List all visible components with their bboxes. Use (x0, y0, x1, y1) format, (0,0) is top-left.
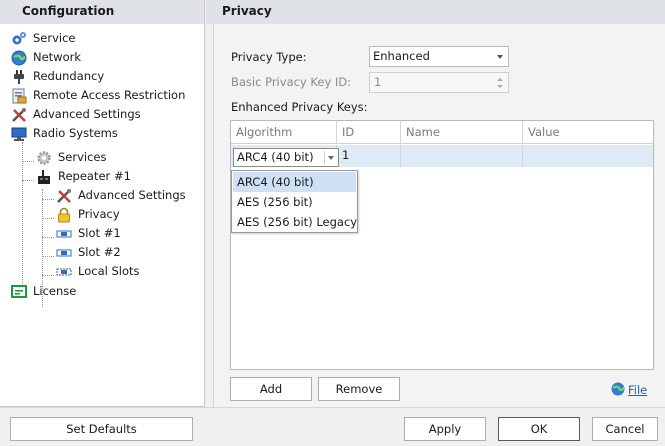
tree-item-repeater-advanced-settings[interactable]: Advanced Settings (56, 186, 188, 205)
chevron-down-icon[interactable] (328, 156, 334, 160)
repeater-icon (36, 169, 52, 185)
tree-item-remote-access-restriction[interactable]: Remote Access Restriction (11, 86, 187, 105)
tree-guide (42, 275, 54, 276)
tree-guide (22, 142, 23, 296)
radio-systems-monitor-icon (11, 126, 27, 142)
tree-item-label: Network (33, 50, 82, 64)
column-header-value[interactable]: Value (523, 121, 653, 144)
configuration-header: Configuration (0, 0, 205, 24)
algorithm-dropdown-list[interactable]: ARC4 (40 bit) AES (256 bit) AES (256 bit… (231, 170, 358, 233)
column-header-id[interactable]: ID (337, 121, 401, 144)
add-button[interactable]: Add (230, 377, 312, 401)
tree-item-slot-1[interactable]: Slot #1 (56, 224, 123, 243)
divider (324, 151, 325, 164)
tree-item-local-slots[interactable]: Local Slots (56, 262, 142, 281)
name-cell[interactable] (401, 145, 523, 167)
ok-button[interactable]: OK (498, 417, 580, 441)
tree-item-label: Slot #1 (78, 226, 121, 240)
privacy-type-select[interactable]: Enhanced (369, 46, 509, 67)
privacy-type-value: Enhanced (373, 49, 430, 63)
tree-guide (42, 199, 54, 200)
enhanced-privacy-keys-label: Enhanced Privacy Keys: (231, 100, 368, 114)
tree-guide (42, 256, 54, 257)
column-header-algorithm[interactable]: Algorithm (231, 121, 337, 144)
value-cell[interactable] (523, 145, 653, 167)
license-icon (11, 284, 27, 300)
tree-guide (42, 218, 54, 219)
slot-icon (56, 245, 72, 261)
dropdown-option-aes-256[interactable]: AES (256 bit) (233, 192, 356, 212)
tree-item-privacy[interactable]: Privacy (56, 205, 122, 224)
lock-icon (56, 207, 72, 223)
tree-item-label: Service (33, 31, 76, 45)
spin-up-icon[interactable] (497, 78, 503, 81)
redundancy-plug-icon (11, 69, 27, 85)
footer-divider (0, 407, 665, 408)
tree-guide (42, 237, 54, 238)
tree-item-label: Redundancy (33, 69, 105, 83)
chevron-down-icon (497, 55, 503, 59)
set-defaults-button[interactable]: Set Defaults (10, 417, 193, 441)
tree-item-label: Repeater #1 (58, 169, 131, 183)
slot-icon (56, 226, 72, 242)
configuration-tree[interactable]: Service Network Redundancy Remote Access… (0, 24, 205, 407)
tree-guide (22, 180, 34, 181)
configuration-title: Configuration (22, 4, 115, 18)
id-cell[interactable]: 1 (337, 145, 401, 167)
dropdown-option-aes-256-legacy[interactable]: AES (256 bit) Legacy (233, 212, 357, 232)
dropdown-option-arc4[interactable]: ARC4 (40 bit) (233, 172, 356, 192)
tree-item-license[interactable]: License (11, 282, 78, 301)
tree-item-label: Slot #2 (78, 245, 121, 259)
algorithm-cell-editor[interactable]: ARC4 (40 bit) (233, 148, 339, 167)
spin-down-icon[interactable] (497, 85, 503, 88)
tree-guide (22, 161, 34, 162)
file-globe-icon[interactable] (610, 381, 626, 397)
tree-item-label: Advanced Settings (78, 188, 186, 202)
column-header-name[interactable]: Name (401, 121, 523, 144)
tree-item-label: Radio Systems (33, 126, 118, 140)
tree-item-radio-systems[interactable]: Radio Systems (11, 124, 120, 143)
basic-privacy-key-value: 1 (374, 75, 382, 89)
tree-item-label: Services (58, 150, 107, 164)
tree-item-slot-2[interactable]: Slot #2 (56, 243, 123, 262)
cancel-button[interactable]: Cancel (592, 417, 658, 441)
privacy-title: Privacy (222, 4, 272, 18)
tools-icon (56, 188, 72, 204)
remove-button[interactable]: Remove (318, 377, 400, 401)
privacy-header: Privacy (206, 0, 665, 24)
local-slots-icon (56, 264, 72, 280)
tree-item-label: License (33, 284, 77, 298)
tree-item-label: Privacy (76, 205, 122, 224)
tree-item-services[interactable]: Services (36, 148, 109, 167)
basic-privacy-key-label: Basic Privacy Key ID: (231, 75, 352, 89)
tree-item-repeater-1[interactable]: Repeater #1 (36, 167, 133, 186)
enhanced-keys-grid[interactable]: Algorithm ID Name Value 1 ARC4 (40 bit) (230, 120, 654, 370)
tree-item-advanced-settings[interactable]: Advanced Settings (11, 105, 143, 124)
tree-item-label: Advanced Settings (33, 107, 141, 121)
service-icon (11, 31, 27, 47)
tree-item-network[interactable]: Network (11, 48, 83, 67)
tree-item-label: Local Slots (78, 264, 140, 278)
basic-privacy-key-spinner[interactable]: 1 (369, 72, 509, 93)
gear-icon (36, 150, 52, 166)
tools-icon (11, 107, 27, 123)
tree-item-redundancy[interactable]: Redundancy (11, 67, 106, 86)
remote-access-icon (11, 88, 27, 104)
network-globe-icon (11, 50, 27, 66)
tree-item-label: Remote Access Restriction (33, 88, 186, 102)
file-link[interactable]: File (628, 383, 647, 397)
privacy-type-label: Privacy Type: (231, 50, 307, 64)
apply-button[interactable]: Apply (404, 417, 486, 441)
tree-item-service[interactable]: Service (11, 29, 78, 48)
algorithm-cell-value: ARC4 (40 bit) (237, 150, 314, 164)
